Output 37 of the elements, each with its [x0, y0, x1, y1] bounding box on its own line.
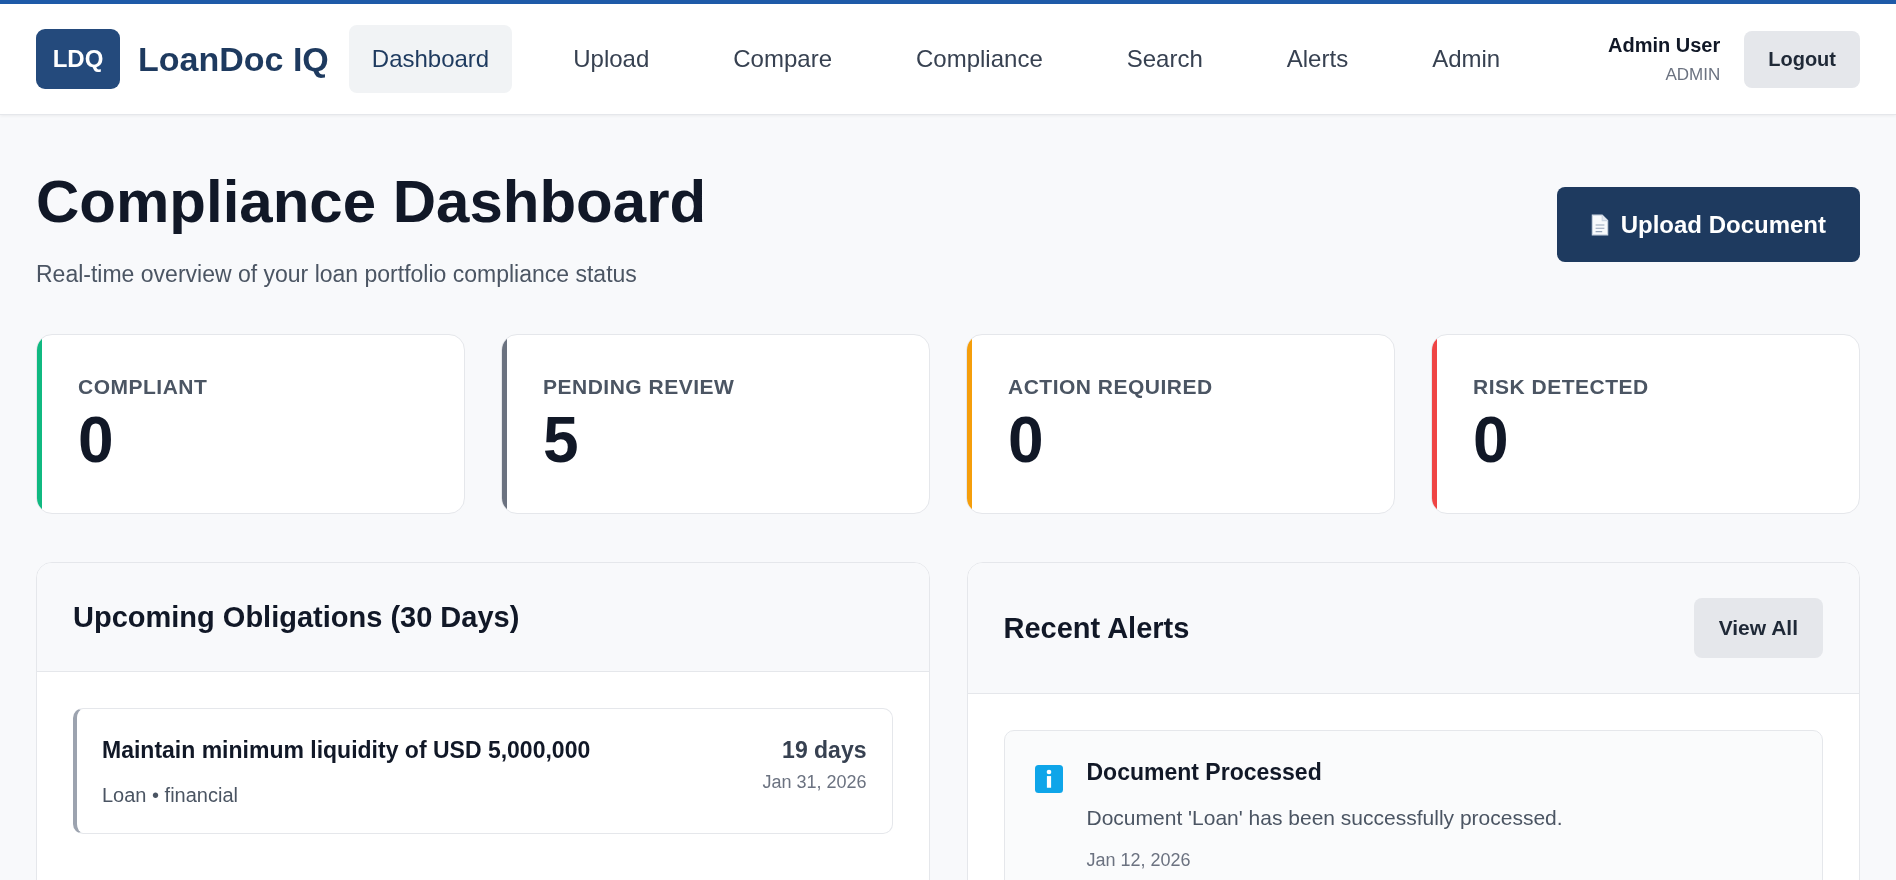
stat-value: 0	[78, 405, 115, 476]
page-subtitle: Real-time overview of your loan portfolio compliance status	[36, 261, 638, 288]
alert-date: Jan 12, 2026	[1086, 850, 1192, 871]
info-icon	[1034, 765, 1063, 793]
panel-title: Upcoming Obligations (30 Days)	[73, 600, 520, 634]
stat-value: 0	[1008, 405, 1045, 476]
nav-tab[interactable]: Admin	[1409, 25, 1524, 93]
nav-tab[interactable]: Alerts	[1263, 25, 1372, 93]
panel-title: Recent Alerts	[1003, 611, 1190, 645]
alert-title: Document Processed	[1086, 759, 1323, 786]
nav-tab[interactable]: Dashboard	[348, 25, 513, 93]
upload-document-button[interactable]: Upload Document	[1556, 187, 1860, 262]
alert-card[interactable]: Document Processed Document 'Loan' has been successfully processed. Jan 12, 2026	[1003, 730, 1823, 880]
stat-label: ACTION REQUIRED	[1008, 375, 1213, 399]
document-icon	[1590, 213, 1609, 236]
logo-badge: LDQ	[36, 29, 120, 89]
nav-tab[interactable]: Upload	[550, 25, 673, 93]
stat-value: 0	[1473, 405, 1510, 476]
user-name: Admin User	[1608, 33, 1721, 57]
stat-label: RISK DETECTED	[1473, 375, 1649, 399]
obligation-title: Maintain minimum liquidity of USD 5,000,000	[102, 737, 591, 764]
stat-value: 5	[543, 405, 580, 476]
logout-button[interactable]: Logout	[1744, 30, 1860, 88]
user-role: ADMIN	[1665, 64, 1721, 85]
app-name: LoanDoc IQ	[138, 39, 329, 79]
due-date: Jan 31, 2026	[762, 772, 867, 793]
stat-label: PENDING REVIEW	[543, 375, 735, 399]
stat-label: COMPLIANT	[78, 375, 208, 399]
nav-tab[interactable]: Compare	[710, 25, 855, 93]
nav-tab[interactable]: Compliance	[893, 25, 1066, 93]
nav-tab[interactable]: Search	[1103, 25, 1226, 93]
obligation-card[interactable]: Maintain minimum liquidity of USD 5,000,000 Loan • financial 19 days Jan 31, 2026	[73, 708, 893, 834]
obligation-meta: Loan • financial	[102, 784, 239, 807]
view-all-button[interactable]: View All	[1693, 598, 1823, 658]
days-remaining: 19 days	[782, 737, 867, 764]
page-title: Compliance Dashboard	[36, 169, 707, 235]
alert-message: Document 'Loan' has been successfully processed.	[1086, 806, 1563, 830]
